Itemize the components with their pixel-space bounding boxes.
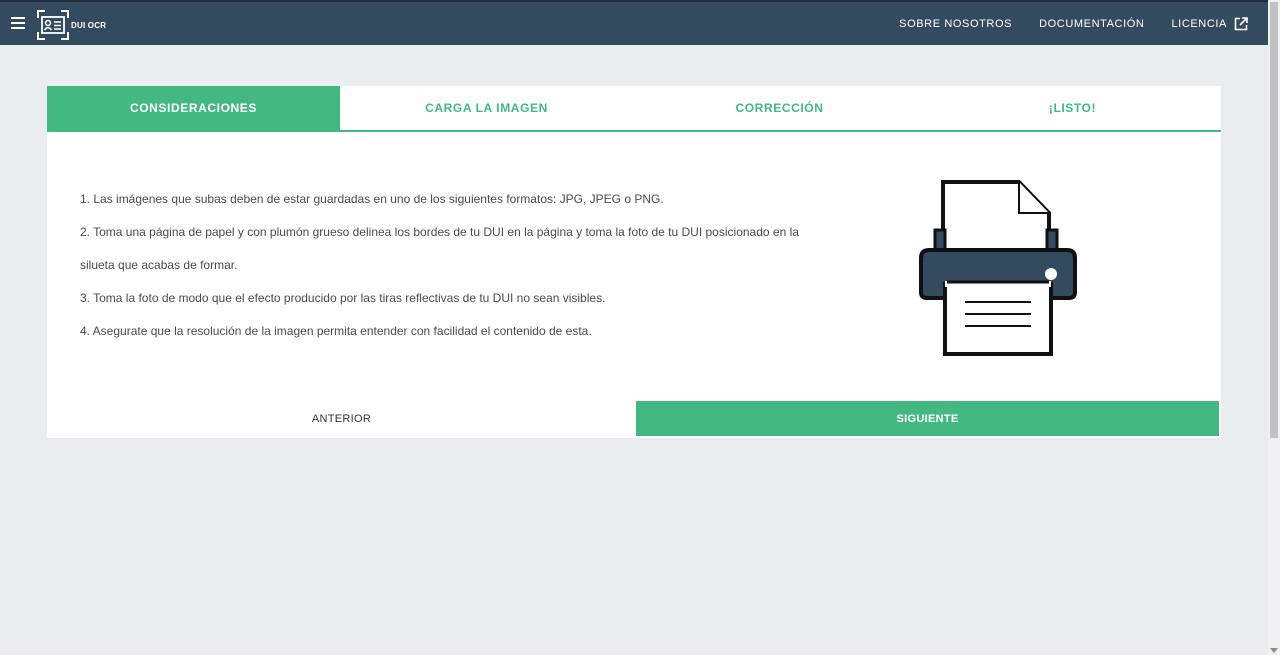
instruction-item: 3. Toma la foto de modo que el efecto pr… <box>80 291 606 305</box>
nav-link-label: SOBRE NOSOTROS <box>899 17 1013 30</box>
instructions-list: 1. Las imágenes que subas deben de estar… <box>80 183 820 348</box>
instruction-item: 1. Las imágenes que subas deben de estar… <box>80 192 664 206</box>
nav-links: SOBRE NOSOTROS DOCUMENTACIÓN LICENCIA <box>872 2 1248 45</box>
nav-link-licencia[interactable]: LICENCIA <box>1171 16 1248 31</box>
hamburger-menu-icon[interactable] <box>11 17 25 29</box>
nav-link-sobre-nosotros[interactable]: SOBRE NOSOTROS <box>899 18 1012 30</box>
logo-text: DUI OCR <box>71 20 107 30</box>
nav-link-label: LICENCIA <box>1171 17 1227 30</box>
scroll-down-arrow-icon[interactable] <box>1270 648 1278 653</box>
tab-listo[interactable]: ¡LISTO! <box>926 86 1219 130</box>
tab-correccion[interactable]: CORRECCIÓN <box>633 86 926 130</box>
external-link-icon <box>1234 16 1248 30</box>
scrollbar-thumb[interactable] <box>1270 2 1278 438</box>
page-scrollbar[interactable] <box>1268 0 1280 655</box>
stepper-tabs: CONSIDERACIONES CARGA LA IMAGEN CORRECCI… <box>47 86 1221 132</box>
app-logo[interactable]: DUI OCR <box>36 9 106 41</box>
nav-link-label: DOCUMENTACIÓN <box>1039 17 1145 30</box>
printer-icon <box>919 180 1077 356</box>
top-navbar: DUI OCR SOBRE NOSOTROS DOCUMENTACIÓN LIC… <box>0 0 1268 45</box>
nav-link-documentacion[interactable]: DOCUMENTACIÓN <box>1039 18 1144 30</box>
stepper-card: CONSIDERACIONES CARGA LA IMAGEN CORRECCI… <box>47 86 1221 438</box>
instruction-item: silueta que acabas de formar. <box>80 258 238 272</box>
id-card-scan-icon <box>37 10 69 40</box>
tab-consideraciones[interactable]: CONSIDERACIONES <box>47 86 340 130</box>
anterior-button[interactable]: ANTERIOR <box>49 401 634 436</box>
tab-carga-la-imagen[interactable]: CARGA LA IMAGEN <box>340 86 633 130</box>
instruction-item: 4. Asegurate que la resolución de la ima… <box>80 324 592 338</box>
siguiente-button[interactable]: SIGUIENTE <box>636 401 1219 436</box>
instruction-item: 2. Toma una página de papel y con plumón… <box>80 225 799 239</box>
